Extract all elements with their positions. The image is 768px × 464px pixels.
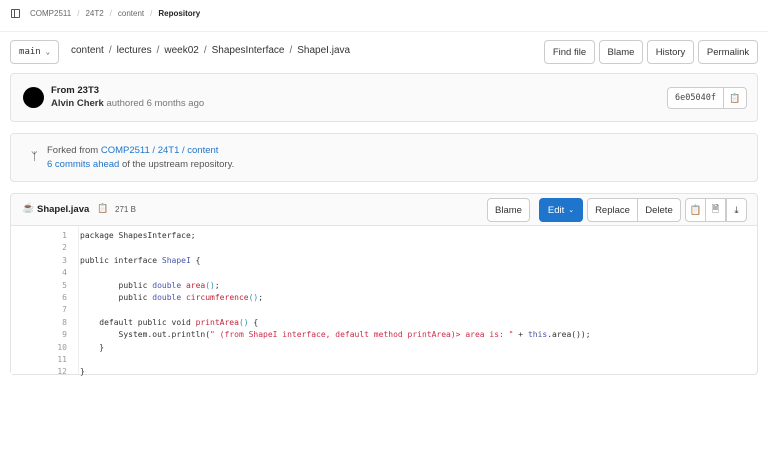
code-token: ShapeI xyxy=(161,255,191,265)
code-text: default public void printArea() { xyxy=(80,317,258,329)
code-token: double xyxy=(152,293,186,302)
java-file-icon: ☕ xyxy=(22,203,35,214)
code-text: public double area(); xyxy=(80,280,220,292)
commit-title[interactable]: From 23T3 xyxy=(51,85,99,96)
code-text: } xyxy=(80,342,104,354)
fork-source-link[interactable]: COMP2511 / 24T1 / content xyxy=(101,145,219,156)
commit-box: From 23T3 Alvin Cherk authored 6 months … xyxy=(10,73,758,122)
breadcrumb: COMP2511/ 24T2/ content / Repository xyxy=(11,9,200,18)
line-number[interactable]: 11 xyxy=(11,354,67,366)
code-token: .area()); xyxy=(547,330,591,340)
line-number[interactable]: 9 xyxy=(11,329,67,341)
code-token: System.out.println( xyxy=(80,330,211,340)
code-token: public xyxy=(80,293,153,302)
breadcrumb-item[interactable]: COMP2511 xyxy=(30,9,71,18)
fork-prefix: Forked from xyxy=(47,145,99,156)
line-number[interactable]: 6 xyxy=(11,292,67,304)
code-text: package ShapesInterface; xyxy=(80,230,196,242)
code-token: circumference xyxy=(185,293,249,302)
code-token: area xyxy=(185,280,206,290)
line-number[interactable]: 5 xyxy=(11,280,67,292)
code-text: } xyxy=(80,366,85,378)
code-token: public xyxy=(80,280,153,290)
code-token: () xyxy=(248,293,259,302)
delete-button[interactable]: Delete xyxy=(637,198,681,222)
fork-icon: ᛉ xyxy=(31,151,38,163)
code-token: default public void xyxy=(80,317,196,327)
branch-label: main xyxy=(19,47,41,57)
history-button[interactable]: History xyxy=(647,40,694,64)
path-item[interactable]: week02 xyxy=(164,45,198,56)
edit-label: Edit xyxy=(547,204,565,216)
code-view[interactable]: 1 package ShapesInterface; 2 3 public interf… xyxy=(11,226,757,376)
divider xyxy=(0,31,768,32)
blame-button[interactable]: Blame xyxy=(599,40,643,64)
fork-suffix: of the upstream repository. xyxy=(121,159,235,170)
code-token: { xyxy=(248,317,259,327)
find-file-button[interactable]: Find file xyxy=(544,40,595,64)
file-size: 271 B xyxy=(115,205,136,214)
line-number[interactable]: 4 xyxy=(11,267,67,279)
code-token: } xyxy=(80,367,85,377)
commit-author[interactable]: Alvin Cherk xyxy=(51,98,104,109)
code-token: " (from ShapeI interface, default method… xyxy=(210,330,514,340)
code-token: ; xyxy=(214,280,220,290)
file-path: content / lectures / week02/ ShapesInterfa… xyxy=(71,45,351,56)
copy-contents-icon[interactable]: 📋 xyxy=(685,198,706,222)
breadcrumb-current[interactable]: Repository xyxy=(158,9,200,18)
commit-sha[interactable]: 6e05040f xyxy=(668,88,724,108)
fork-box: ᛉ Forked from COMP2511 / 24T1 / content … xyxy=(10,133,758,182)
code-token: () xyxy=(205,280,215,290)
permalink-button[interactable]: Permalink xyxy=(698,40,758,64)
copy-path-icon[interactable]: 📋 xyxy=(97,203,108,214)
code-token: + xyxy=(513,330,528,340)
avatar[interactable] xyxy=(23,87,44,108)
code-text: public double circumference(); xyxy=(80,292,264,304)
line-number[interactable]: 2 xyxy=(11,242,67,254)
line-number[interactable]: 10 xyxy=(11,342,67,354)
breadcrumb-item[interactable]: content xyxy=(118,9,144,18)
commits-ahead-link[interactable]: 6 commits ahead xyxy=(47,159,119,170)
code-token: ; xyxy=(258,293,264,302)
file-header: ☕ ShapeI.java 📋 271 B Blame Edit ⌄ Replac… xyxy=(11,194,757,226)
copy-icon[interactable]: 📋 xyxy=(724,88,746,108)
path-item[interactable]: content xyxy=(71,45,104,56)
code-token: double xyxy=(152,280,186,290)
commit-sha-group: 6e05040f 📋 xyxy=(667,87,747,109)
code-token: printArea xyxy=(195,317,239,327)
code-token: () xyxy=(238,317,249,327)
chevron-down-icon: ⌄ xyxy=(568,207,575,214)
code-text: public interface ShapeI { xyxy=(80,255,200,267)
path-item[interactable]: ShapesInterface xyxy=(212,45,285,56)
download-icon[interactable]: ⤓ xyxy=(726,198,747,222)
line-number[interactable]: 7 xyxy=(11,304,67,316)
file-blame-button[interactable]: Blame xyxy=(487,198,530,222)
commit-time: authored 6 months ago xyxy=(106,98,205,109)
sidebar-toggle-icon[interactable] xyxy=(11,9,20,18)
line-number[interactable]: 3 xyxy=(11,255,67,267)
open-raw-icon[interactable]: 🗎 xyxy=(705,198,726,222)
commit-author-line: Alvin Cherk authored 6 months ago xyxy=(51,98,204,109)
line-number[interactable]: 8 xyxy=(11,317,67,329)
breadcrumb-item[interactable]: 24T2 xyxy=(85,9,103,18)
path-item[interactable]: lectures xyxy=(117,45,152,56)
code-token: package ShapesInterface; xyxy=(80,231,196,240)
code-token: this xyxy=(527,330,548,340)
line-number[interactable]: 12 xyxy=(11,366,67,378)
code-token: public interface xyxy=(80,255,162,265)
line-number[interactable]: 1 xyxy=(11,230,67,242)
replace-button[interactable]: Replace xyxy=(587,198,638,222)
code-text: System.out.println(" (from ShapeI interf… xyxy=(80,329,591,341)
code-token: { xyxy=(190,255,201,265)
code-token: } xyxy=(80,342,105,352)
file-viewer: ☕ ShapeI.java 📋 271 B Blame Edit ⌄ Replac… xyxy=(10,193,758,376)
branch-selector[interactable]: main ⌄ xyxy=(10,40,59,64)
path-item[interactable]: ShapeI.java xyxy=(297,45,350,56)
edit-button[interactable]: Edit ⌄ xyxy=(539,198,583,222)
chevron-down-icon: ⌄ xyxy=(45,48,50,56)
file-name: ShapeI.java xyxy=(37,204,90,215)
